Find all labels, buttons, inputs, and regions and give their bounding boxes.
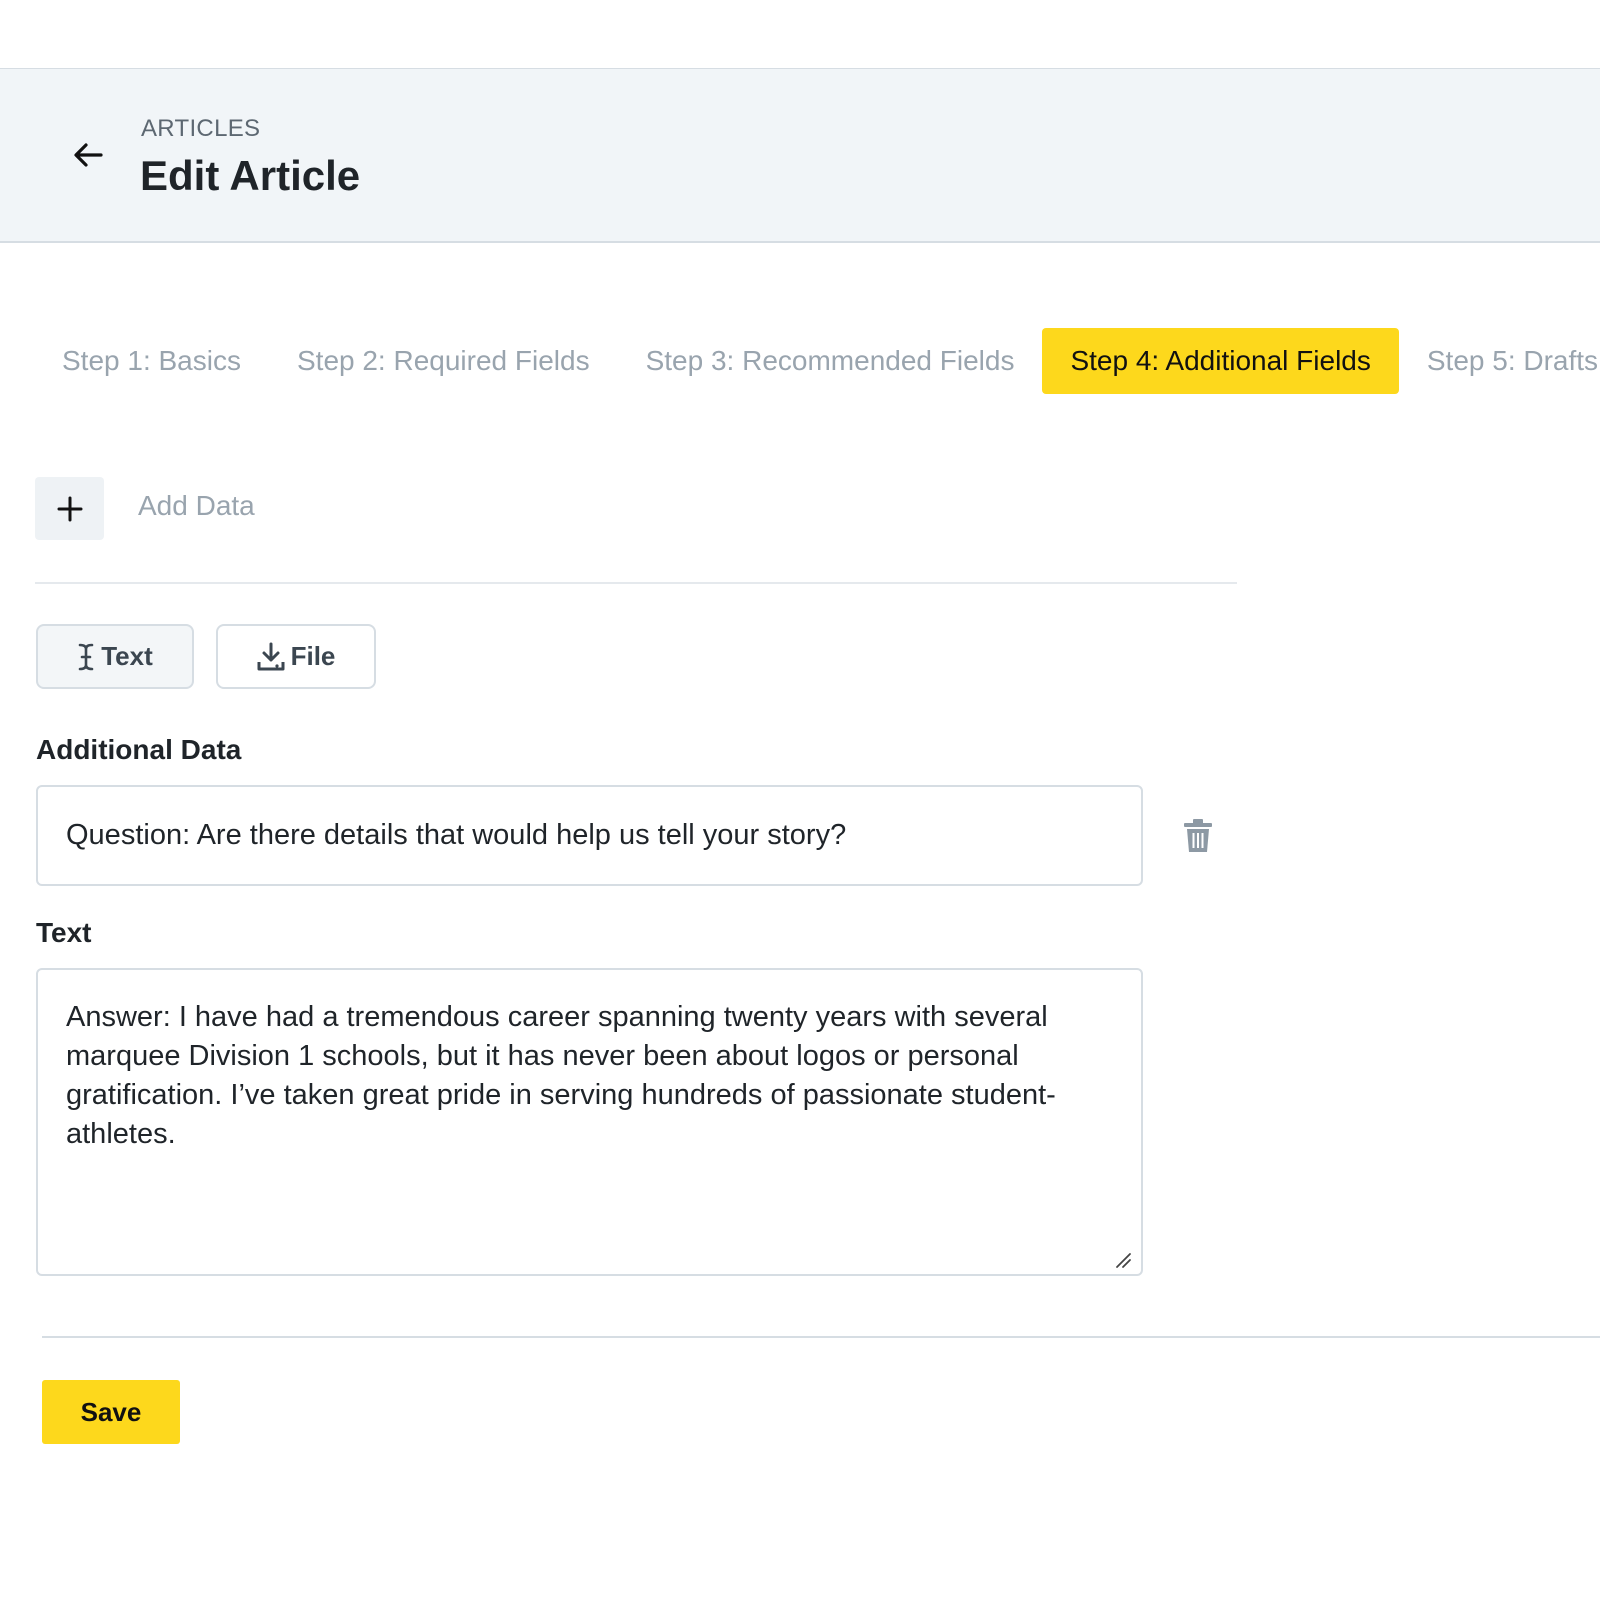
tab-step-1[interactable]: Step 1: Basics [62, 328, 269, 394]
tab-step-2[interactable]: Step 2: Required Fields [269, 328, 618, 394]
divider [35, 582, 1237, 584]
step-tabs: Step 1: Basics Step 2: Required Fields S… [62, 328, 1600, 394]
page: ARTICLES Edit Article Step 1: Basics Ste… [0, 0, 1600, 1600]
additional-data-input[interactable] [36, 785, 1143, 886]
text-cursor-icon [78, 643, 94, 670]
plus-icon [57, 496, 82, 521]
breadcrumb[interactable]: ARTICLES [141, 115, 260, 143]
additional-data-label: Additional Data [36, 734, 242, 765]
page-title: Edit Article [140, 152, 361, 199]
tab-step-3[interactable]: Step 3: Recommended Fields [618, 328, 1043, 394]
trash-icon [1184, 819, 1212, 852]
download-icon [257, 642, 285, 670]
arrow-left-icon [74, 143, 103, 167]
file-type-label: File [290, 641, 336, 671]
footer-divider [42, 1336, 1600, 1338]
add-data-button[interactable] [35, 477, 104, 540]
text-type-label: Text [101, 641, 153, 671]
resize-handle-icon[interactable] [1114, 1251, 1132, 1269]
back-button[interactable] [68, 135, 108, 175]
tab-step-5[interactable]: Step 5: Drafts [1399, 328, 1600, 394]
tab-step-4[interactable]: Step 4: Additional Fields [1042, 328, 1399, 394]
text-textarea[interactable]: Answer: I have had a tremendous career s… [36, 968, 1143, 1276]
delete-button[interactable] [1182, 818, 1214, 854]
save-button[interactable]: Save [42, 1380, 180, 1444]
file-type-button[interactable]: File [216, 624, 376, 689]
page-header: ARTICLES Edit Article [0, 68, 1600, 243]
text-field-label: Text [36, 917, 92, 948]
add-data-label: Add Data [138, 490, 255, 521]
text-type-button[interactable]: Text [36, 624, 194, 689]
